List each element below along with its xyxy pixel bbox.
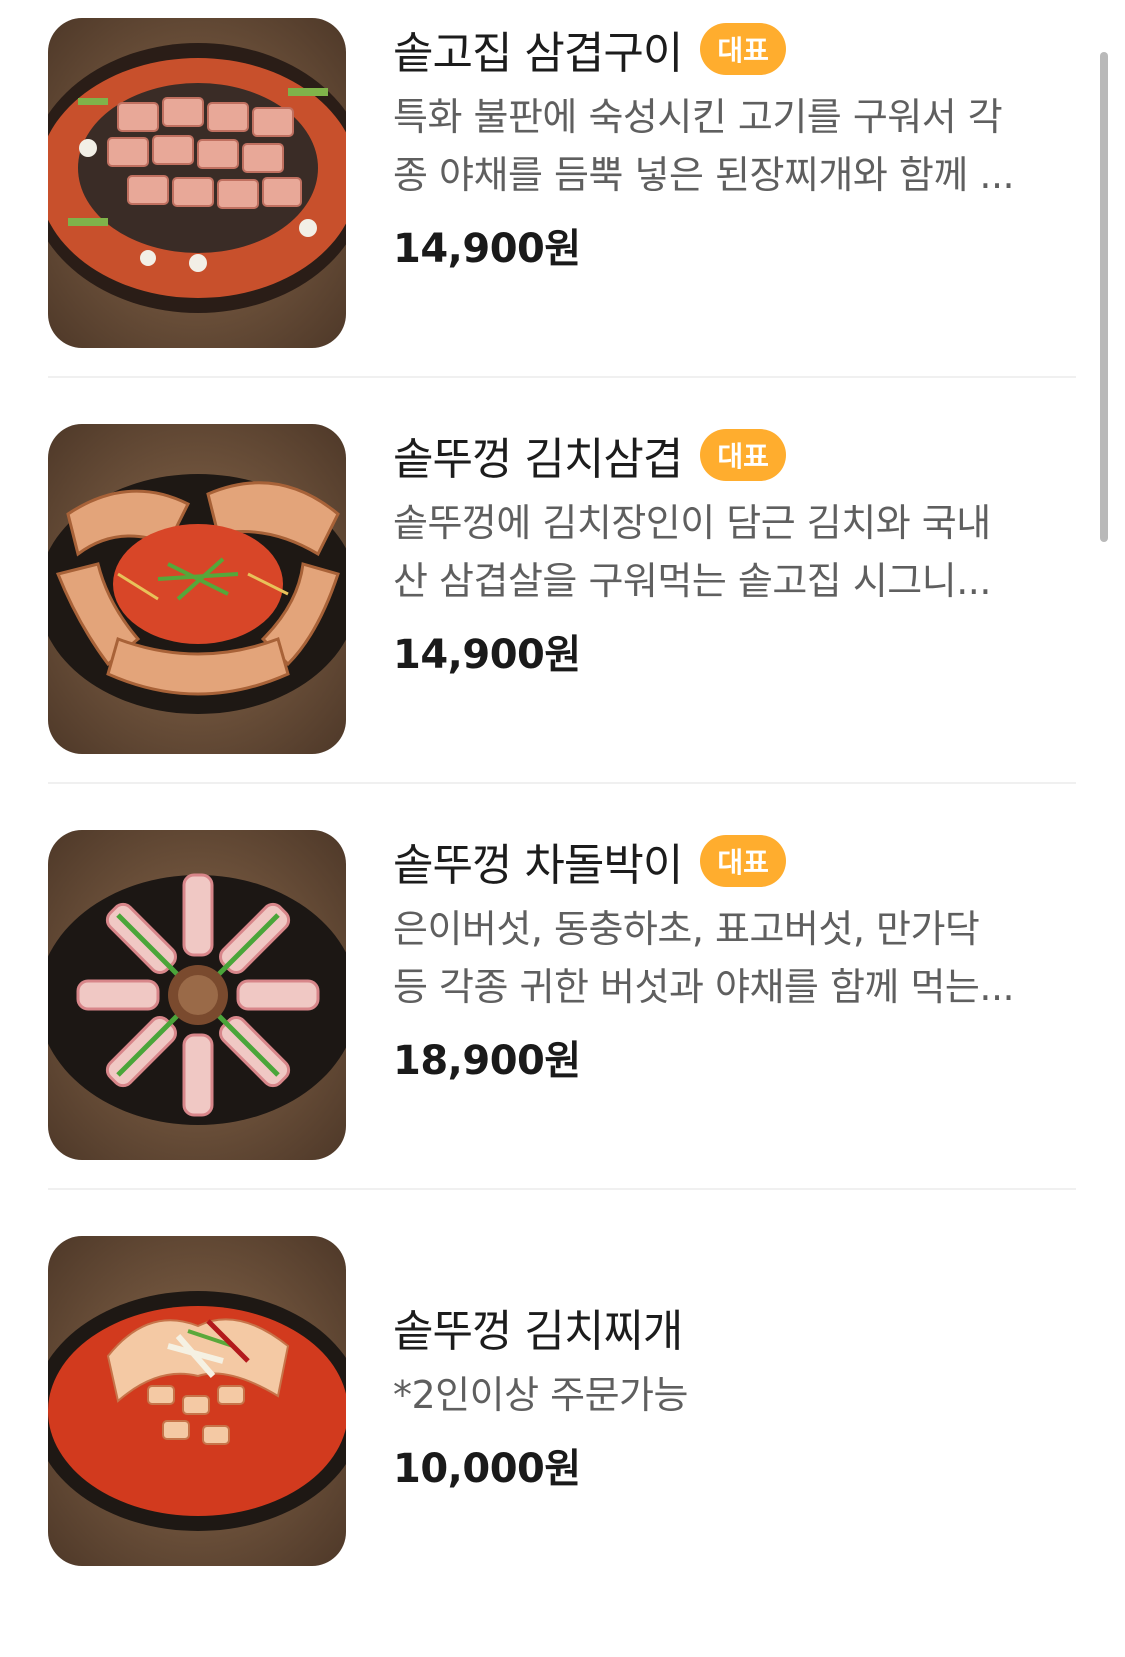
menu-item-name: 솥뚜껑 김치삼겹 bbox=[393, 434, 683, 485]
menu-item-name: 솥뚜껑 차돌박이 bbox=[393, 840, 683, 891]
kimchi-pork-belly-image bbox=[48, 424, 346, 754]
menu-item-info: 솥고집 삼겹구이 대표 특화 불판에 숙성시킨 고기를 구워서 각 종 야채를 … bbox=[393, 18, 1078, 274]
menu-item-photo[interactable] bbox=[48, 1236, 346, 1566]
menu-item-price: 18,900원 bbox=[393, 1038, 581, 1084]
pork-belly-grill-image bbox=[48, 18, 346, 348]
menu-item[interactable]: 솥뚜껑 차돌박이 대표 은이버섯, 동충하초, 표고버섯, 만가닥 등 각종 귀… bbox=[48, 830, 1078, 1160]
menu-item-price: 14,900원 bbox=[393, 226, 581, 272]
menu-item[interactable]: 솥고집 삼겹구이 대표 특화 불판에 숙성시킨 고기를 구워서 각 종 야채를 … bbox=[48, 18, 1078, 348]
menu-item-info: 솥뚜껑 김치삼겹 대표 솥뚜껑에 김치장인이 담근 김치와 국내 산 삼겹살을 … bbox=[393, 424, 1078, 680]
signature-badge: 대표 bbox=[700, 835, 786, 887]
kimchi-stew-image bbox=[48, 1236, 346, 1566]
menu-item-photo[interactable] bbox=[48, 424, 346, 754]
menu-item[interactable]: 솥뚜껑 김치삼겹 대표 솥뚜껑에 김치장인이 담근 김치와 국내 산 삼겹살을 … bbox=[48, 424, 1078, 754]
scrollbar[interactable] bbox=[1100, 52, 1108, 542]
divider bbox=[48, 782, 1076, 784]
menu-item[interactable]: 솥뚜껑 김치찌개 *2인이상 주문가능 10,000원 bbox=[48, 1236, 1078, 1566]
menu-item-description: 특화 불판에 숙성시킨 고기를 구워서 각 종 야채를 듬뿍 넣은 된장찌개와 … bbox=[393, 95, 1015, 197]
menu-item-photo[interactable] bbox=[48, 18, 346, 348]
menu-list: 솥고집 삼겹구이 대표 특화 불판에 숙성시킨 고기를 구워서 각 종 야채를 … bbox=[0, 0, 1125, 1657]
menu-item-photo[interactable] bbox=[48, 830, 346, 1160]
menu-item-price: 10,000원 bbox=[393, 1446, 581, 1492]
menu-item-info: 솥뚜껑 김치찌개 *2인이상 주문가능 10,000원 bbox=[393, 1296, 1078, 1494]
divider bbox=[48, 376, 1076, 378]
menu-item-description: *2인이상 주문가능 bbox=[393, 1373, 688, 1417]
signature-badge: 대표 bbox=[700, 429, 786, 481]
menu-item-description: 솥뚜껑에 김치장인이 담근 김치와 국내 산 삼겹살을 구워먹는 솥고집 시그니… bbox=[393, 501, 991, 603]
menu-item-info: 솥뚜껑 차돌박이 대표 은이버섯, 동충하초, 표고버섯, 만가닥 등 각종 귀… bbox=[393, 830, 1078, 1086]
signature-badge: 대표 bbox=[700, 23, 786, 75]
menu-item-name: 솥고집 삼겹구이 bbox=[393, 28, 683, 79]
divider bbox=[48, 1188, 1076, 1190]
beef-brisket-mushroom-image bbox=[48, 830, 346, 1160]
menu-item-name: 솥뚜껑 김치찌개 bbox=[393, 1306, 683, 1357]
menu-item-description: 은이버섯, 동충하초, 표고버섯, 만가닥 등 각종 귀한 버섯과 야채를 함께… bbox=[393, 907, 1015, 1009]
menu-item-price: 14,900원 bbox=[393, 632, 581, 678]
